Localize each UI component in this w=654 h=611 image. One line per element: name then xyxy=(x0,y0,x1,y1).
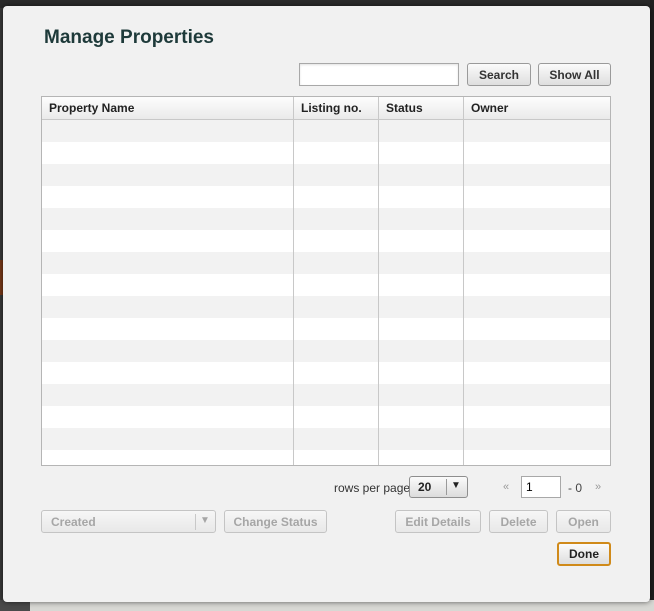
table-row xyxy=(42,120,610,142)
table-row xyxy=(42,340,610,362)
properties-table: Property Name Listing no. Status Owner xyxy=(41,96,611,466)
table-row xyxy=(42,252,610,274)
table-row xyxy=(42,384,610,406)
next-page-icon[interactable]: » xyxy=(595,481,601,493)
open-button[interactable]: Open xyxy=(556,510,611,533)
status-select-value: Created xyxy=(51,515,96,529)
column-divider xyxy=(378,97,379,465)
manage-properties-dialog: Manage Properties Search Show All Proper… xyxy=(3,6,650,602)
column-header-status[interactable]: Status xyxy=(379,97,464,120)
table-row xyxy=(42,296,610,318)
table-row xyxy=(42,164,610,186)
select-divider xyxy=(446,479,447,495)
done-button[interactable]: Done xyxy=(557,542,611,566)
column-header-owner[interactable]: Owner xyxy=(464,97,610,120)
page-number-input[interactable] xyxy=(521,476,561,498)
rows-per-page-select[interactable]: 20 ▼ xyxy=(409,476,468,498)
table-row xyxy=(42,362,610,384)
table-row xyxy=(42,208,610,230)
table-row xyxy=(42,230,610,252)
rows-per-page-value: 20 xyxy=(418,480,432,494)
table-row xyxy=(42,142,610,164)
column-divider xyxy=(463,97,464,465)
column-header-property-name[interactable]: Property Name xyxy=(42,97,294,120)
background-strip-right xyxy=(650,0,654,611)
column-header-listing-no[interactable]: Listing no. xyxy=(294,97,379,120)
table-body xyxy=(42,120,610,465)
column-divider xyxy=(293,97,294,465)
search-input[interactable] xyxy=(299,63,459,86)
show-all-button[interactable]: Show All xyxy=(538,63,611,86)
chevron-down-icon: ▼ xyxy=(200,515,210,526)
page-total: - 0 xyxy=(568,481,583,495)
dialog-title: Manage Properties xyxy=(44,27,214,48)
status-select[interactable]: Created ▼ xyxy=(41,510,216,533)
table-row xyxy=(42,428,610,450)
select-divider xyxy=(195,514,196,530)
table-row xyxy=(42,186,610,208)
previous-page-icon[interactable]: « xyxy=(503,481,509,493)
table-row xyxy=(42,274,610,296)
delete-button[interactable]: Delete xyxy=(489,510,548,533)
change-status-button[interactable]: Change Status xyxy=(224,510,327,533)
table-row xyxy=(42,318,610,340)
table-row xyxy=(42,406,610,428)
table-row xyxy=(42,450,610,465)
edit-details-button[interactable]: Edit Details xyxy=(395,510,481,533)
rows-per-page-label: rows per page xyxy=(334,481,411,495)
table-header: Property Name Listing no. Status Owner xyxy=(42,97,610,120)
chevron-down-icon: ▼ xyxy=(451,480,461,491)
search-button[interactable]: Search xyxy=(467,63,531,86)
